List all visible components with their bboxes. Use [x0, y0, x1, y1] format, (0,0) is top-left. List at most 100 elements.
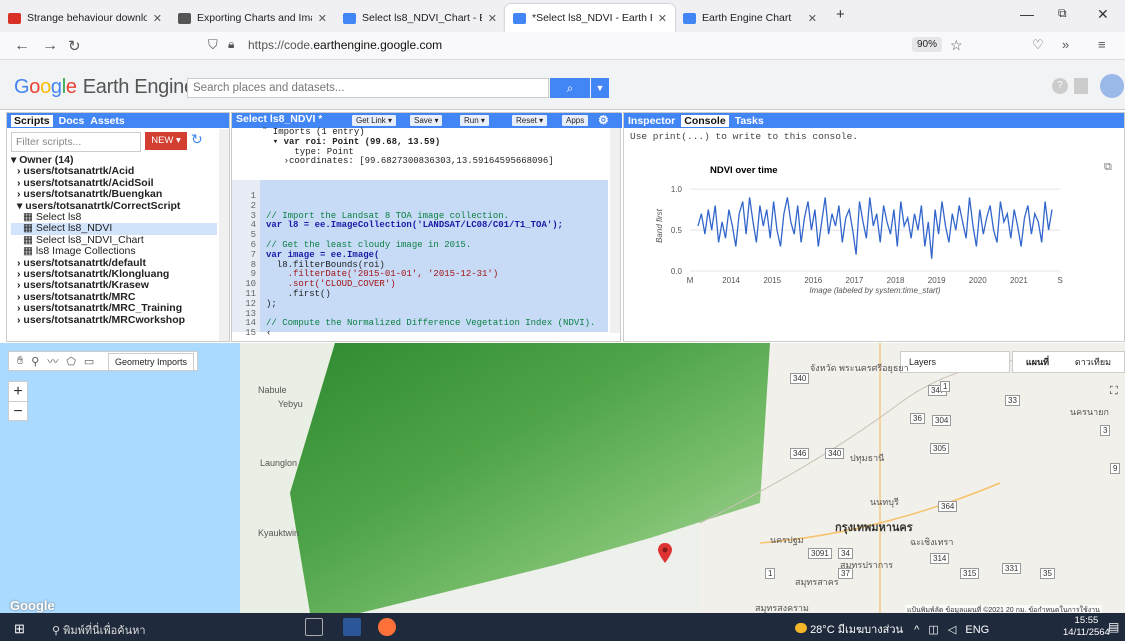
word-icon[interactable] — [343, 618, 361, 636]
windows-start-icon[interactable]: ⊞ — [14, 621, 25, 637]
map-attribution[interactable]: แป้นพิมพ์ลัด ข้อมูลแผนที่ ©2021 20 กม. ข… — [905, 605, 1102, 613]
tab-console[interactable]: Console — [681, 114, 729, 127]
tab-assets[interactable]: Assets — [90, 115, 124, 127]
zoom-out-button[interactable]: − — [9, 401, 27, 421]
script-folder[interactable]: › users/totsanatrtk/default — [11, 258, 217, 269]
rectangle-icon[interactable]: ▭ — [84, 355, 94, 368]
restore-icon[interactable]: ⧉ — [1058, 6, 1067, 21]
editor-scrollbar[interactable] — [610, 128, 620, 333]
minimize-icon[interactable]: — — [1020, 6, 1034, 22]
shield-icon[interactable]: ⛉ — [208, 37, 218, 53]
taskbar-search[interactable]: ⚲ พิมพ์ที่นี่เพื่อค้นหา — [52, 621, 146, 639]
help-icon[interactable]: ? — [1052, 78, 1068, 94]
save-button[interactable]: Save ▾ — [410, 115, 443, 126]
code-line[interactable] — [266, 192, 608, 202]
code-line[interactable]: .first() — [266, 289, 608, 300]
refresh-icon[interactable]: ↻ — [191, 131, 203, 148]
ndvi-series-line[interactable] — [697, 197, 1053, 259]
new-script-button[interactable]: NEW ▾ — [145, 132, 187, 150]
filter-scripts-input[interactable]: Filter scripts... — [11, 132, 141, 152]
code-line[interactable]: ); — [266, 299, 608, 310]
browser-tab[interactable]: *Select ls8_NDVI - Earth Engine ✕ — [505, 4, 675, 32]
script-folder[interactable]: ▾ users/totsanatrtk/CorrectScript — [11, 201, 217, 212]
script-folder[interactable]: › users/totsanatrtk/Krasew — [11, 280, 217, 291]
new-tab-button[interactable]: + — [836, 6, 845, 23]
tab-inspector[interactable]: Inspector — [628, 115, 675, 127]
browser-tab[interactable]: Strange behaviour download re ✕ — [0, 4, 170, 32]
tab-close-icon[interactable]: ✕ — [318, 12, 327, 25]
browser-tab[interactable]: Select ls8_NDVI_Chart - Earth E ✕ — [335, 4, 505, 32]
run-button[interactable]: Run ▾ — [460, 115, 489, 126]
firefox-icon[interactable] — [378, 618, 396, 636]
clock[interactable]: 15:55 14/11/2564 — [1063, 615, 1110, 639]
tab-tasks[interactable]: Tasks — [735, 115, 764, 127]
tab-close-icon[interactable]: ✕ — [658, 12, 667, 25]
url-field[interactable]: https://code.earthengine.google.com — [248, 38, 442, 52]
marker-icon[interactable]: ⚲ — [31, 355, 39, 368]
script-folder[interactable]: › users/totsanatrtk/MRC_Training — [11, 303, 217, 314]
get-link-button[interactable]: Get Link ▾ — [352, 115, 397, 126]
weather-text[interactable]: 28°C มีเมฆบางส่วน — [810, 624, 903, 636]
roi-marker-icon[interactable] — [658, 543, 672, 563]
browser-tab[interactable]: Earth Engine Chart ✕ — [675, 4, 825, 32]
search-dropdown-icon[interactable]: ▼ — [591, 78, 609, 98]
fullscreen-icon[interactable]: ⛶ — [1110, 385, 1118, 398]
line-icon[interactable]: 〰 — [47, 353, 58, 369]
polygon-icon[interactable]: ⬠ — [66, 355, 76, 368]
close-window-icon[interactable]: ✕ — [1097, 6, 1109, 23]
script-file[interactable]: ▦ ls8 Image Collections — [11, 246, 217, 257]
tray-chevron-icon[interactable]: ^ — [914, 624, 919, 636]
import-line[interactable]: ›coordinates: [99.6827300836303,13.59164… — [262, 157, 608, 167]
task-view-icon[interactable] — [305, 618, 323, 636]
zoom-level[interactable]: 90% — [912, 37, 943, 52]
volume-icon[interactable]: ◁ — [948, 624, 956, 636]
script-folder[interactable]: › users/totsanatrtk/AcidSoil — [11, 178, 217, 189]
notifications-icon[interactable]: ▤ — [1108, 620, 1119, 634]
script-folder[interactable]: ▾ Owner (14) — [11, 155, 217, 166]
script-file[interactable]: ▦ Select ls8_NDVI_Chart — [11, 235, 217, 246]
imports-section[interactable]: ˜ Imports (1 entry) ▾ var roi: Point (99… — [232, 127, 608, 180]
tab-docs[interactable]: Docs — [59, 115, 85, 127]
code-line[interactable]: // Compute the Normalized Difference Veg… — [266, 319, 608, 329]
geometry-imports-button[interactable]: Geometry Imports — [108, 353, 195, 371]
weather-icon[interactable] — [795, 623, 807, 633]
script-folder[interactable]: › users/totsanatrtk/Buengkan — [11, 189, 217, 200]
menu-icon[interactable]: ≡ — [1098, 37, 1106, 52]
network-icon[interactable]: ◫ — [928, 624, 938, 636]
code-body[interactable]: // Import the Landsat 8 TOA image collec… — [260, 180, 608, 338]
tab-close-icon[interactable]: ✕ — [488, 12, 497, 25]
tab-close-icon[interactable]: ✕ — [153, 12, 162, 25]
feedback-icon[interactable] — [1074, 78, 1088, 94]
script-folder[interactable]: › users/totsanatrtk/Acid — [11, 166, 217, 177]
map-panel[interactable]: ✋︎ ⚲ 〰 ⬠ ▭ Geometry Imports + − Layers แ… — [0, 343, 1125, 613]
script-file[interactable]: ▦ Select ls8 — [11, 212, 217, 223]
script-folder[interactable]: › users/totsanatrtk/MRC — [11, 292, 217, 303]
map-type-satellite[interactable]: ดาวเทียม — [1075, 355, 1111, 369]
reset-button[interactable]: Reset ▾ — [512, 115, 548, 126]
language-indicator[interactable]: ENG — [965, 624, 989, 636]
overflow-chevron-icon[interactable]: » — [1062, 37, 1069, 52]
settings-gear-icon[interactable]: ⚙ — [598, 113, 609, 127]
script-folder[interactable]: › users/totsanatrtk/Klongluang — [11, 269, 217, 280]
reload-icon[interactable]: ↻ — [68, 37, 81, 55]
back-icon[interactable]: ← — [14, 37, 30, 55]
apps-button[interactable]: Apps — [562, 115, 589, 126]
scrollbar[interactable] — [219, 129, 229, 341]
code-area[interactable]: ˜ Imports (1 entry) ▾ var roi: Point (99… — [232, 127, 608, 338]
layers-button[interactable]: Layers — [900, 351, 1010, 373]
script-file[interactable]: ▦ Select ls8_NDVI — [11, 223, 217, 235]
map-type-roadmap[interactable]: แผนที่ — [1026, 355, 1049, 369]
pocket-icon[interactable]: ♡ — [1032, 37, 1044, 53]
code-line[interactable]: ‹ — [266, 328, 608, 339]
google-earth-engine-logo[interactable]: Google Earth Engine — [14, 76, 195, 99]
tab-close-icon[interactable]: ✕ — [808, 12, 817, 25]
search-input[interactable]: Search places and datasets... — [187, 78, 549, 98]
tab-scripts[interactable]: Scripts — [11, 114, 53, 127]
browser-tab[interactable]: Exporting Charts and Images | ✕ — [170, 4, 335, 32]
script-folder[interactable]: › users/totsanatrtk/MRCworkshop — [11, 315, 217, 326]
avatar[interactable] — [1100, 74, 1124, 98]
ndvi-chart[interactable]: NDVI over time 0.0 0.5 1.0 M 2014 2015 2016 2017… — [628, 151, 1118, 341]
zoom-in-button[interactable]: + — [9, 382, 27, 401]
code-line[interactable]: var l8 = ee.ImageCollection('LANDSAT/LC0… — [266, 221, 608, 231]
bookmark-star-icon[interactable]: ☆ — [950, 37, 963, 54]
